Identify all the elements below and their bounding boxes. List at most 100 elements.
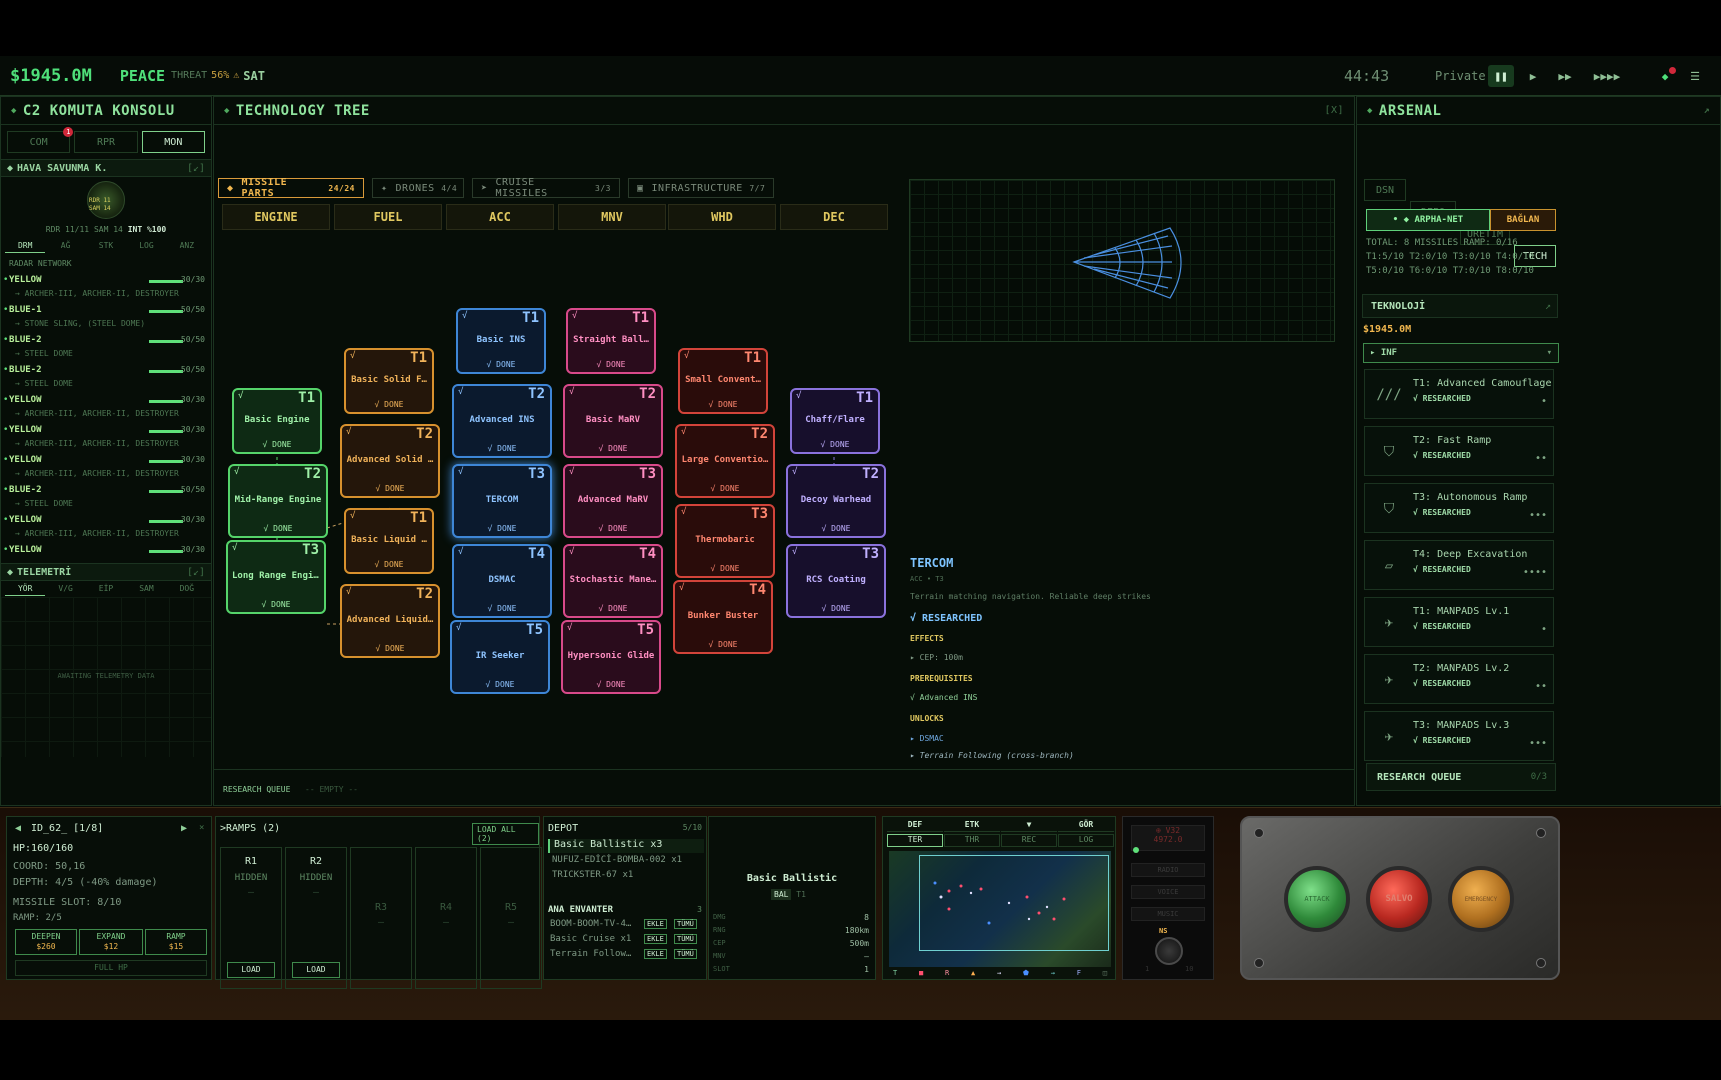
map-legend-item[interactable]: ■ [919,969,923,977]
all-button[interactable]: TÜMÜ [674,934,697,944]
map-tab[interactable]: DEF [887,820,943,832]
ramp-state: HIDDEN [299,873,333,883]
check-icon: √ [238,391,244,401]
tier-label: T4 [639,546,656,562]
unlock-item[interactable]: ▸ Terrain Following (cross-branch) [910,751,1074,760]
close-site-icon[interactable]: × [199,823,204,833]
ramp-slot[interactable]: R5 — [480,847,542,989]
tech-node[interactable]: √ T4 DSMAC √ DONE [452,544,552,618]
tech-node[interactable]: √ T5 Hypersonic Glide √ DONE [561,620,661,694]
depot-item[interactable]: NUFUZ-EDİCİ-BOMBA-002 x1 [552,855,682,865]
all-button[interactable]: TÜMÜ [674,949,697,959]
spec-value: 1 [864,965,869,974]
ramp-slot[interactable]: R1 HIDDEN — LOAD [220,847,282,989]
tech-node[interactable]: √ T1 Straight Ball… √ DONE [566,308,656,374]
ramp-button[interactable]: RAMP $15 [145,929,207,955]
add-button[interactable]: EKLE [644,919,667,929]
ramp-slot[interactable]: R4 — [415,847,477,989]
tech-item[interactable]: ✈ T3: MANPADS Lv.3 √ RESEARCHED ••• [1364,711,1554,761]
radio-button[interactable]: RADIO [1131,863,1205,877]
tech-name: Basic INS [476,335,526,345]
music-button[interactable]: MUSIC [1131,907,1205,921]
tech-status: √ DONE [486,360,516,369]
tech-node[interactable]: √ T3 Advanced MaRV √ DONE [563,464,663,538]
tech-node[interactable]: √ T4 Bunker Buster √ DONE [673,580,773,654]
tech-node[interactable]: √ T3 Long Range Engine √ DONE [226,540,326,614]
ramp-slot[interactable]: R2 HIDDEN — LOAD [285,847,347,989]
expand-button[interactable]: EXPAND $12 [79,929,143,955]
map-subtab[interactable]: REC [1001,834,1057,847]
tech-node[interactable]: √ T2 Advanced INS √ DONE [452,384,552,458]
arpha-net-button[interactable]: • ◆ ARPHA-NET [1366,209,1490,231]
tech-item[interactable]: ⛉ T2: Fast Ramp √ RESEARCHED •• [1364,426,1554,476]
add-button[interactable]: EKLE [644,934,667,944]
map-legend-item[interactable]: ⬟ [1023,969,1029,977]
tech-node[interactable]: √ T5 IR Seeker √ DONE [450,620,550,694]
tier-label: T1 [410,510,427,526]
map-legend-item[interactable]: T [893,969,897,977]
tech-node[interactable]: √ T3 TERCOM √ DONE [452,464,552,538]
emergency-button[interactable]: EMERGENCY [1448,866,1514,932]
tech-node[interactable]: √ T2 Mid-Range Engine √ DONE [228,464,328,538]
tech-node[interactable]: √ T2 Advanced Liquid… √ DONE [340,584,440,658]
tech-node[interactable]: √ T2 Decoy Warhead √ DONE [786,464,886,538]
ramp-slot[interactable]: R3 — [350,847,412,989]
volume-knob[interactable] [1155,937,1183,965]
tech-item[interactable]: ✈ T2: MANPADS Lv.2 √ RESEARCHED •• [1364,654,1554,704]
launch-button-plate: ATTACK SALVO EMERGENCY [1240,816,1560,980]
depot-item[interactable]: TRICKSTER-67 x1 [552,870,633,880]
full-hp-button[interactable]: FULL HP [15,960,207,976]
depot-item-selected[interactable]: Basic Ballistic x3 [548,839,704,853]
all-button[interactable]: TÜMÜ [674,919,697,929]
tech-node[interactable]: √ T1 Basic Solid F… √ DONE [344,348,434,414]
unlock-item[interactable]: ▸ DSMAC [910,734,944,743]
tech-item[interactable]: ⛉ T3: Autonomous Ramp √ RESEARCHED ••• [1364,483,1554,533]
voice-button[interactable]: VOICE [1131,885,1205,899]
salvo-button[interactable]: SALVO [1366,866,1432,932]
arsenal-tab-dsn[interactable]: DSN [1364,179,1406,201]
tech-item[interactable]: ✈ T1: MANPADS Lv.1 √ RESEARCHED • [1364,597,1554,647]
tech-node[interactable]: √ T1 Chaff/Flare √ DONE [790,388,880,454]
expand-icon[interactable]: ↗ [1703,105,1710,116]
tech-node[interactable]: √ T4 Stochastic Mane… √ DONE [563,544,663,618]
category-filter[interactable]: ▸ INF ▾ [1363,343,1559,363]
check-icon: √ [346,427,352,437]
tech-node[interactable]: √ T1 Basic INS √ DONE [456,308,546,374]
tech-node[interactable]: √ T1 Basic Liquid … √ DONE [344,508,434,574]
tech-item[interactable]: ▱ T4: Deep Excavation √ RESEARCHED •••• [1364,540,1554,590]
load-button[interactable]: LOAD [227,962,275,978]
load-button[interactable]: LOAD [292,962,340,978]
add-button[interactable]: EKLE [644,949,667,959]
map-tab[interactable]: ▼ [1001,820,1057,832]
tech-node[interactable]: √ T3 RCS Coating √ DONE [786,544,886,618]
map-legend-item[interactable]: → [997,969,1001,977]
tech-node[interactable]: √ T3 Thermobaric √ DONE [675,504,775,578]
map-tab[interactable]: GÖR [1058,820,1114,832]
map-legend-item[interactable]: ▲ [971,969,975,977]
check-icon: √ [796,391,802,401]
map-legend-item[interactable]: ◫ [1103,969,1107,977]
deepen-button[interactable]: DEEPEN $260 [15,929,77,955]
map-subtab[interactable]: THR [944,834,1000,847]
map-legend-item[interactable]: R [945,969,949,977]
tech-node[interactable]: √ T2 Advanced Solid … √ DONE [340,424,440,498]
tech-node[interactable]: √ T2 Basic MaRV √ DONE [563,384,663,458]
tech-node[interactable]: √ T1 Basic Engine √ DONE [232,388,322,454]
map-subtab[interactable]: LOG [1058,834,1114,847]
tech-item[interactable]: /// T1: Advanced Camouflage √ RESEARCHED • [1364,369,1554,419]
map-tab[interactable]: ETK [944,820,1000,832]
map-legend-item[interactable]: → [1051,969,1055,977]
map-legend-item[interactable]: F [1077,969,1081,977]
connect-button[interactable]: BAĞLAN [1490,209,1556,231]
tier-label: T2 [639,386,656,402]
tech-node[interactable]: √ T1 Small Convent… √ DONE [678,348,768,414]
tech-status: √ DONE [596,680,626,689]
prev-site-icon[interactable]: ◀ [15,823,21,834]
map-subtab[interactable]: TER [887,834,943,847]
attack-button[interactable]: ATTACK [1284,866,1350,932]
check-icon: √ [681,427,687,437]
minimap[interactable] [889,851,1111,967]
next-site-icon[interactable]: ▶ [181,823,187,834]
tech-node[interactable]: √ T2 Large Conventio… √ DONE [675,424,775,498]
load-all-button[interactable]: LOAD ALL (2) [472,823,539,845]
